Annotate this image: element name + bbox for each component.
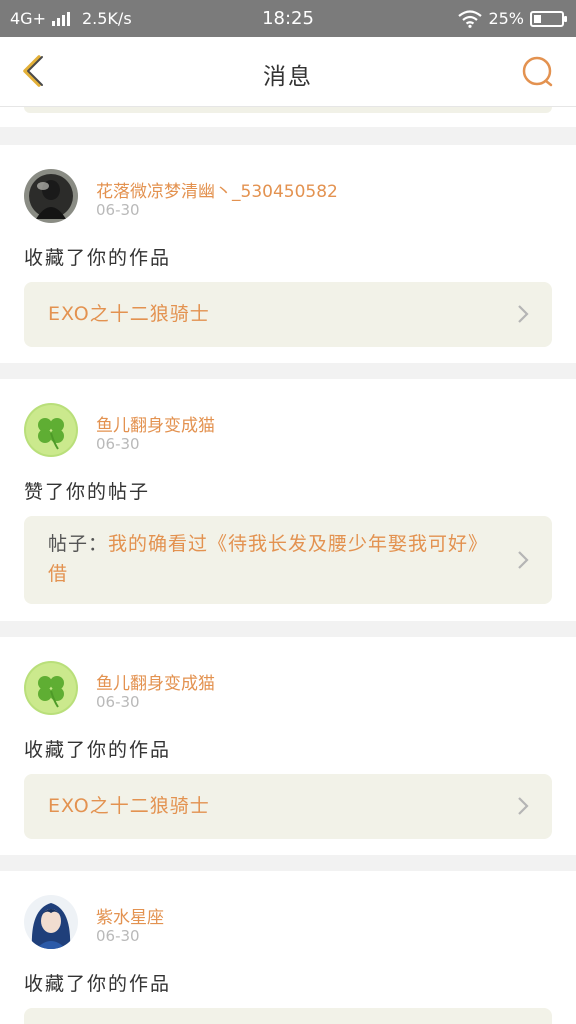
username[interactable]: 花落微凉梦清幽丶_530450582 xyxy=(96,177,338,202)
post-text: 我的确看过《待我长发及腰少年娶我可好》借 xyxy=(48,533,489,585)
timestamp: 06-30 xyxy=(96,693,140,711)
previous-card-fragment xyxy=(0,107,576,127)
work-link[interactable]: EXO之十二狼骑士 xyxy=(24,282,552,347)
timestamp: 06-30 xyxy=(96,927,140,945)
work-title: EXO之十二狼骑士 xyxy=(48,795,210,817)
search-icon[interactable] xyxy=(520,54,556,90)
action-text: 收藏了你的作品 xyxy=(24,973,172,995)
chevron-right-icon xyxy=(518,551,529,569)
action-text: 赞了你的帖子 xyxy=(24,481,151,503)
chevron-right-icon xyxy=(518,305,529,323)
timestamp: 06-30 xyxy=(96,435,140,453)
post-link[interactable]: 帖子：我的确看过《待我长发及腰少年娶我可好》借 xyxy=(24,516,552,604)
username[interactable]: 鱼儿翻身变成猫 xyxy=(96,411,215,436)
notification-card[interactable]: 鱼儿翻身变成猫 06-30 赞了你的帖子 帖子：我的确看过《待我长发及腰少年娶我… xyxy=(0,379,576,621)
action-text: 收藏了你的作品 xyxy=(24,739,172,761)
status-bar: 4G+ 2.5K/s 18:25 25% xyxy=(0,0,576,37)
navigation-bar: 消息 xyxy=(0,37,576,107)
work-title: EXO之十二狼骑士 xyxy=(48,303,210,325)
battery-percent: 25% xyxy=(488,9,524,28)
username[interactable]: 鱼儿翻身变成猫 xyxy=(96,669,215,694)
notification-card[interactable]: 紫水星座 06-30 收藏了你的作品 xyxy=(0,871,576,1024)
notification-card[interactable]: 花落微凉梦清幽丶_530450582 06-30 收藏了你的作品 EXO之十二狼… xyxy=(0,145,576,363)
notification-card[interactable]: 鱼儿翻身变成猫 06-30 收藏了你的作品 EXO之十二狼骑士 xyxy=(0,637,576,855)
work-link[interactable]: EXO之十二狼骑士 xyxy=(24,774,552,839)
username[interactable]: 紫水星座 xyxy=(96,903,164,928)
post-title: 帖子：我的确看过《待我长发及腰少年娶我可好》借 xyxy=(48,529,496,589)
work-link[interactable] xyxy=(24,1008,552,1024)
user-avatar[interactable] xyxy=(24,895,78,949)
user-avatar[interactable] xyxy=(24,661,78,715)
message-list[interactable]: 花落微凉梦清幽丶_530450582 06-30 收藏了你的作品 EXO之十二狼… xyxy=(0,107,576,1024)
action-text: 收藏了你的作品 xyxy=(24,247,172,269)
page-title: 消息 xyxy=(263,64,313,90)
post-label: 帖子： xyxy=(48,533,109,555)
user-avatar[interactable] xyxy=(24,403,78,457)
battery-icon xyxy=(530,10,567,27)
timestamp: 06-30 xyxy=(96,201,140,219)
user-avatar[interactable] xyxy=(24,169,78,223)
wifi-icon xyxy=(458,9,483,28)
chevron-right-icon xyxy=(518,797,529,815)
